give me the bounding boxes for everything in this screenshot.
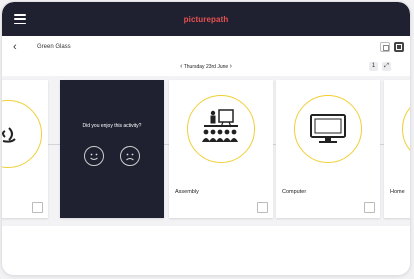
activity-checkbox[interactable] (257, 202, 268, 213)
activity-label: Computer (282, 189, 307, 195)
activity-label: Home (390, 189, 405, 195)
bottom-area (2, 226, 410, 275)
activity-icon (2, 127, 16, 143)
group-name: Green Glass (37, 44, 71, 50)
single-view-button[interactable] (380, 42, 390, 52)
activity-card-assembly[interactable]: Assembly (169, 80, 273, 218)
feedback-question: Did you enjoy this activity? (82, 123, 142, 129)
activity-checkbox[interactable] (364, 202, 375, 213)
activity-image (402, 95, 410, 163)
previous-day-button[interactable]: ‹ (180, 63, 182, 70)
activity-card-computer[interactable]: Computer (276, 80, 380, 218)
current-date: Thursday 23rd June (183, 64, 229, 70)
activity-card-home[interactable]: Home (384, 80, 410, 218)
step-button[interactable]: 1 (369, 62, 378, 71)
next-day-button[interactable]: › (230, 63, 232, 70)
activity-image (294, 95, 362, 163)
back-button[interactable]: ‹ (13, 41, 17, 53)
activity-image (2, 100, 42, 168)
date-navigation: ‹ Thursday 23rd June › 1 ⤢ (2, 60, 410, 74)
sad-face-button[interactable] (120, 146, 140, 166)
computer-icon (310, 114, 346, 143)
grid-view-button[interactable] (394, 42, 404, 52)
top-bar: picturepath (2, 2, 410, 36)
grid-icon (396, 44, 402, 50)
activity-checkbox[interactable] (32, 202, 43, 213)
activity-label: Assembly (175, 189, 199, 195)
view-icon (383, 45, 389, 51)
app-brand: picturepath (183, 15, 229, 24)
group-header: ‹ Green Glass (2, 36, 410, 60)
activity-image (187, 95, 255, 163)
expand-button[interactable]: ⤢ (382, 62, 391, 71)
happy-face-button[interactable] (84, 146, 104, 166)
activity-card[interactable] (2, 80, 48, 218)
date-row: ‹ Thursday 23rd June › (2, 63, 410, 70)
happy-face-icon (90, 153, 98, 160)
tablet-frame: picturepath ‹ Green Glass ‹ Thursday 23r… (2, 2, 410, 275)
feedback-card: Did you enjoy this activity? (60, 80, 164, 218)
sad-face-icon (126, 153, 134, 161)
assembly-icon (202, 109, 238, 142)
